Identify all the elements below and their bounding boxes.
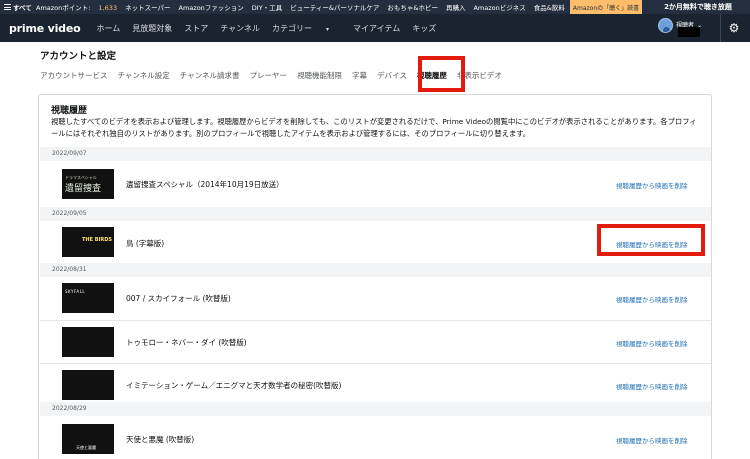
remove-from-history-link[interactable]: 視聴履歴から映画を削除 <box>616 435 688 445</box>
date-header: 2022/08/31 <box>40 263 711 277</box>
audible-trial-text[interactable]: 2か月無料で聴き放題 <box>646 0 750 14</box>
remove-from-history-link[interactable]: 視聴履歴から映画を削除 <box>616 381 688 391</box>
points-link[interactable]: Amazonポイント: 1,633 <box>36 2 117 12</box>
points-value: 1,633 <box>98 4 118 12</box>
remove-from-history-link[interactable]: 視聴履歴から映画を削除 <box>616 338 688 348</box>
tab-devices[interactable]: デバイス <box>377 70 407 81</box>
redacted-profile-name <box>678 27 700 37</box>
video-title[interactable]: イミテーション・ゲーム／エニグマと天才数学者の秘密(吹替版) <box>126 380 341 391</box>
watch-history-description: 視聴したすべてのビデオを表示および管理します。視聴履歴からビデオを削除しても、こ… <box>51 117 697 138</box>
nav-store[interactable]: ストア <box>184 23 208 34</box>
delete-highlight-box <box>597 224 705 256</box>
chevron-down-icon: ▾ <box>326 25 330 33</box>
date-header: 2022/09/05 <box>40 207 711 221</box>
tab-channel-invoices[interactable]: チャンネル請求書 <box>180 70 240 81</box>
video-title[interactable]: 天使と悪魔 (吹替版) <box>126 434 194 445</box>
video-thumbnail[interactable] <box>62 424 114 454</box>
tab-parental-controls[interactable]: 視聴機能制限 <box>297 70 342 81</box>
all-menu-label: すべて <box>13 4 32 12</box>
video-thumbnail[interactable]: ドラマスペシャル 遺留捜査 <box>62 169 114 199</box>
nav-categories[interactable]: カテゴリー ▾ <box>272 23 341 34</box>
watch-history-card: 視聴履歴 視聴したすべてのビデオを表示および管理します。視聴履歴からビデオを削除… <box>38 94 712 459</box>
hamburger-icon <box>4 4 11 10</box>
nav-kids[interactable]: キッズ <box>412 23 436 34</box>
nav-home[interactable]: ホーム <box>96 23 120 34</box>
avatar <box>658 18 673 33</box>
video-title[interactable]: トゥモロー・ネバー・ダイ (吹替版) <box>126 337 247 348</box>
video-thumbnail[interactable] <box>62 327 114 357</box>
video-thumbnail[interactable] <box>62 227 114 257</box>
tab-channel-settings[interactable]: チャンネル設定 <box>118 70 170 81</box>
all-menu-button[interactable]: すべて <box>0 2 36 12</box>
top-link-food[interactable]: 食品&飲料 <box>534 2 565 12</box>
amazon-top-bar: すべて Amazonポイント: 1,633 ネットスーパー Amazonファッショ… <box>0 0 750 14</box>
list-item: イミテーション・ゲーム／エニグマと天才数学者の秘密(吹替版) 視聴履歴から映画を… <box>40 364 711 406</box>
video-thumbnail[interactable] <box>62 370 114 400</box>
video-title[interactable]: 鳥 (字幕版) <box>126 238 164 249</box>
tab-account-services[interactable]: アカウントサービス <box>40 70 108 81</box>
top-link-netsuper[interactable]: ネットスーパー <box>125 2 170 12</box>
profile-menu[interactable]: 視聴者 ⌄ <box>658 18 702 37</box>
watch-history-title: 視聴履歴 <box>51 106 88 116</box>
video-thumbnail[interactable] <box>62 283 114 313</box>
list-item: 007 / スカイフォール (吹替版) 視聴履歴から映画を削除 <box>40 277 711 319</box>
video-title[interactable]: 007 / スカイフォール (吹替版) <box>126 293 231 304</box>
nav-included[interactable]: 見放題対象 <box>132 23 172 34</box>
remove-from-history-link[interactable]: 視聴履歴から映画を削除 <box>616 180 688 190</box>
top-link-fashion[interactable]: Amazonファッション <box>179 2 244 12</box>
nav-my-items[interactable]: マイアイテム <box>353 23 400 34</box>
gear-icon[interactable]: ⚙ <box>727 21 741 35</box>
audible-promo-banner[interactable]: Amazonの「聴く」読書 <box>570 0 642 14</box>
prime-video-logo[interactable]: prime video <box>9 22 81 35</box>
top-link-toys[interactable]: おもちゃ&ホビー <box>387 2 438 12</box>
date-header: 2022/09/07 <box>40 147 711 161</box>
tab-subtitles[interactable]: 字幕 <box>352 70 367 81</box>
main-nav: ホーム 見放題対象 ストア チャンネル カテゴリー ▾ マイアイテム キッズ <box>96 23 448 34</box>
video-title[interactable]: 遺留捜査スペシャル（2014年10月19日放送） <box>126 179 284 190</box>
prime-video-header: prime video ホーム 見放題対象 ストア チャンネル カテゴリー ▾ マ… <box>0 14 750 42</box>
top-link-business[interactable]: Amazonビジネス <box>473 2 525 12</box>
tab-highlight-box <box>418 56 465 92</box>
list-item: 天使と悪魔 (吹替版) 視聴履歴から映画を削除 <box>40 416 711 459</box>
date-header: 2022/08/29 <box>40 402 711 416</box>
page-title: アカウントと設定 <box>40 51 117 62</box>
top-link-diy[interactable]: DIY・工具 <box>252 2 282 12</box>
remove-from-history-link[interactable]: 視聴履歴から映画を削除 <box>616 294 688 304</box>
header-divider <box>720 14 721 42</box>
list-item: トゥモロー・ネバー・ダイ (吹替版) 視聴履歴から映画を削除 <box>40 321 711 363</box>
top-link-beauty[interactable]: ビューティー&パーソナルケア <box>290 2 379 12</box>
nav-channels[interactable]: チャンネル <box>220 23 260 34</box>
list-item: ドラマスペシャル 遺留捜査 遺留捜査スペシャル（2014年10月19日放送） 視… <box>40 161 711 207</box>
top-link-rebuy[interactable]: 再購入 <box>446 2 466 12</box>
tab-player[interactable]: プレーヤー <box>250 70 288 81</box>
